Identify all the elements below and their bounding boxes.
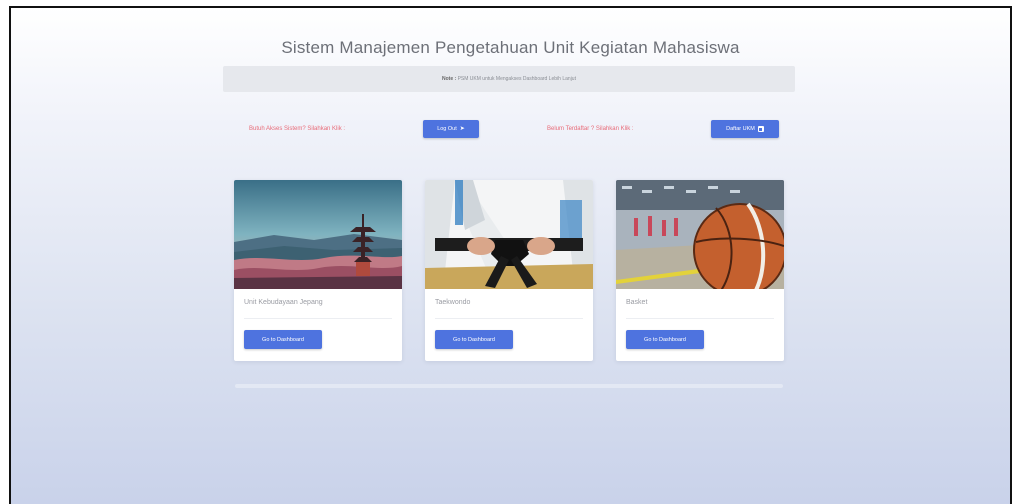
info-note: Note : PSM UKM untuk Mengakses Dashboard… [223, 66, 795, 92]
go-to-dashboard-button[interactable]: Go to Dashboard [435, 330, 513, 349]
logout-button-label: Log Out [437, 126, 457, 132]
card-divider [626, 318, 774, 319]
go-to-dashboard-button[interactable]: Go to Dashboard [244, 330, 322, 349]
card-divider [244, 318, 392, 319]
card-image-pagoda [234, 180, 402, 289]
card-image-black-belt [425, 180, 593, 289]
card-title: Basket [626, 299, 648, 306]
card-divider [435, 318, 583, 319]
card-image-basketball [616, 180, 784, 289]
register-prompt: Belum Terdaftar ? Silahkan Klik : [547, 126, 634, 132]
sign-out-icon: ➤ [459, 126, 465, 132]
logout-button[interactable]: Log Out ➤ [423, 120, 479, 138]
login-prompt: Butuh Akses Sistem? Silahkan Klik : [249, 126, 346, 132]
ukm-card-basket: Basket Go to Dashboard [616, 180, 784, 361]
page-frame: Sistem Manajemen Pengetahuan Unit Kegiat… [9, 6, 1012, 504]
card-title: Unit Kebudayaan Jepang [244, 299, 323, 306]
card-title: Taekwondo [435, 299, 471, 306]
page-title: Sistem Manajemen Pengetahuan Unit Kegiat… [281, 38, 740, 57]
go-to-dashboard-button[interactable]: Go to Dashboard [626, 330, 704, 349]
plus-square-icon [757, 126, 764, 132]
register-button-label: Daftar UKM [726, 126, 755, 132]
register-button[interactable]: Daftar UKM [711, 120, 779, 138]
note-label: Note : [442, 76, 457, 82]
ukm-card-taekwondo: Taekwondo Go to Dashboard [425, 180, 593, 361]
ukm-card-jepang: Unit Kebudayaan Jepang Go to Dashboard [234, 180, 402, 361]
footer-divider [235, 384, 783, 388]
note-text: PSM UKM untuk Mengakses Dashboard Lebih … [457, 76, 576, 82]
